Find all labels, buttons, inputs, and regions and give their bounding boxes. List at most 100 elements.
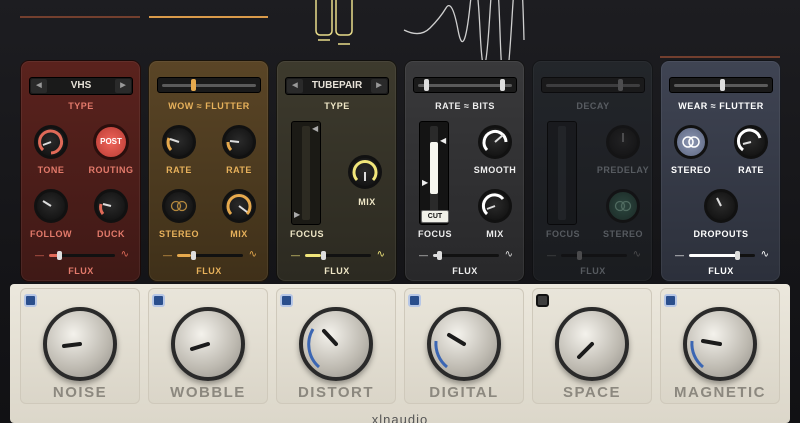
flux-handle[interactable] bbox=[577, 251, 582, 260]
wobble-macro-knob[interactable] bbox=[171, 307, 245, 381]
wobble-macro-label: WOBBLE bbox=[170, 384, 246, 401]
wave-icon: ∿ bbox=[632, 249, 641, 260]
stereo-toggle[interactable] bbox=[162, 189, 196, 223]
prev-arrow-icon[interactable]: ◀ bbox=[31, 79, 47, 93]
macro-magnetic: MAGNETIC bbox=[660, 288, 780, 404]
digital-enable-toggle[interactable] bbox=[408, 294, 421, 307]
distort-type-value: TUBEPAIR bbox=[311, 80, 363, 91]
slider-handle[interactable] bbox=[191, 79, 196, 91]
stereo-label: STEREO bbox=[158, 229, 199, 239]
space-focus-slider[interactable] bbox=[547, 121, 577, 225]
flutter-rate-label: RATE bbox=[226, 165, 252, 175]
wow-rate-knob[interactable] bbox=[162, 125, 196, 159]
noise-type-label: TYPE bbox=[68, 101, 94, 111]
slider-handle[interactable] bbox=[720, 79, 725, 91]
follow-knob[interactable] bbox=[34, 189, 68, 223]
waveform-icon bbox=[403, 0, 525, 60]
cut-button[interactable]: CUT bbox=[421, 210, 449, 223]
flutter-rate-knob[interactable] bbox=[222, 125, 256, 159]
magnetic-stereo-toggle[interactable] bbox=[674, 125, 708, 159]
predelay-knob[interactable] bbox=[606, 125, 640, 159]
magnetic-rate-knob[interactable] bbox=[734, 125, 768, 159]
digital-module: RATE ≈ BITS ◀ ▶ CUT FOCUS SMOOTH MIX — ∿… bbox=[404, 60, 525, 282]
routing-button[interactable]: POST bbox=[93, 124, 129, 160]
wobble-mix-knob[interactable] bbox=[222, 189, 256, 223]
distort-type-selector[interactable]: ◀ TUBEPAIR ▶ bbox=[285, 77, 389, 95]
space-flux-slider[interactable]: — ∿ bbox=[547, 250, 641, 260]
wow-rate-label: RATE bbox=[166, 165, 192, 175]
space-macro-knob[interactable] bbox=[555, 307, 629, 381]
slider-handle[interactable] bbox=[500, 79, 505, 91]
lower-handle-icon[interactable]: ▶ bbox=[294, 210, 300, 219]
distort-flux-slider[interactable]: — ∿ bbox=[291, 250, 385, 260]
wave-icon: ∿ bbox=[504, 249, 513, 260]
minus-icon: — bbox=[419, 250, 428, 260]
space-module: DECAY FOCUS PREDELAY STEREO — ∿ FLUX bbox=[532, 60, 653, 282]
magnetic-macro-label: MAGNETIC bbox=[674, 384, 766, 401]
digital-flux-slider[interactable]: — ∿ bbox=[419, 250, 513, 260]
magnetic-enable-toggle[interactable] bbox=[664, 294, 677, 307]
prev-arrow-icon[interactable]: ◀ bbox=[287, 79, 303, 93]
space-focus-label: FOCUS bbox=[546, 229, 580, 239]
flux-handle[interactable] bbox=[321, 251, 326, 260]
slider-handle[interactable] bbox=[618, 79, 623, 91]
upper-handle-icon[interactable]: ◀ bbox=[440, 136, 446, 145]
tone-knob[interactable] bbox=[34, 125, 68, 159]
noise-type-selector[interactable]: ◀ VHS ▶ bbox=[29, 77, 133, 95]
digital-flux-label: FLUX bbox=[452, 266, 478, 276]
space-flux-label: FLUX bbox=[580, 266, 606, 276]
noise-flux-label: FLUX bbox=[68, 266, 94, 276]
smooth-knob[interactable] bbox=[478, 125, 512, 159]
noise-flux-slider[interactable]: — ∿ bbox=[35, 250, 129, 260]
macro-digital: DIGITAL bbox=[404, 288, 524, 404]
minus-icon: — bbox=[35, 250, 44, 260]
magnetic-module: WEAR ≈ FLUTTER STEREO RATE DROPOUTS — ∿ … bbox=[660, 60, 781, 282]
duck-label: DUCK bbox=[97, 229, 125, 239]
upper-handle-icon[interactable]: ◀ bbox=[312, 124, 318, 133]
space-stereo-toggle[interactable] bbox=[606, 189, 640, 223]
distort-mix-knob[interactable] bbox=[348, 155, 382, 189]
dropouts-label: DROPOUTS bbox=[693, 229, 749, 239]
duck-knob[interactable] bbox=[94, 189, 128, 223]
dropouts-knob[interactable] bbox=[704, 189, 738, 223]
space-enable-toggle[interactable] bbox=[536, 294, 549, 307]
next-arrow-icon[interactable]: ▶ bbox=[371, 79, 387, 93]
header-graphics bbox=[20, 0, 780, 60]
lower-handle-icon[interactable]: ▶ bbox=[422, 178, 428, 187]
magnetic-flux-slider[interactable]: — ∿ bbox=[675, 250, 769, 260]
distort-mix-label: MIX bbox=[358, 197, 376, 207]
distort-focus-label: FOCUS bbox=[290, 229, 324, 239]
decay-slider[interactable] bbox=[541, 77, 645, 93]
digital-macro-knob[interactable] bbox=[427, 307, 501, 381]
digital-mix-knob[interactable] bbox=[478, 189, 512, 223]
noise-macro-knob[interactable] bbox=[43, 307, 117, 381]
wow-flutter-slider[interactable] bbox=[157, 77, 261, 93]
macro-wobble: WOBBLE bbox=[148, 288, 268, 404]
distort-type-label: TYPE bbox=[324, 101, 350, 111]
space-stereo-label: STEREO bbox=[602, 229, 643, 239]
distort-enable-toggle[interactable] bbox=[280, 294, 293, 307]
wobble-enable-toggle[interactable] bbox=[152, 294, 165, 307]
distort-macro-knob[interactable] bbox=[299, 307, 373, 381]
wear-flutter-slider[interactable] bbox=[669, 77, 773, 93]
flux-handle[interactable] bbox=[191, 251, 196, 260]
wobble-mix-label: MIX bbox=[230, 229, 248, 239]
minus-icon: — bbox=[675, 250, 684, 260]
macro-noise: NOISE bbox=[20, 288, 140, 404]
wow-flutter-label: WOW ≈ FLUTTER bbox=[168, 101, 250, 111]
wobble-flux-slider[interactable]: — ∿ bbox=[163, 250, 257, 260]
minus-icon: — bbox=[291, 250, 300, 260]
focus-range-slider[interactable]: ◀ ▶ bbox=[291, 121, 321, 225]
flux-handle[interactable] bbox=[437, 251, 442, 260]
slider-handle[interactable] bbox=[424, 79, 429, 91]
flux-handle[interactable] bbox=[57, 251, 62, 260]
macro-space: SPACE bbox=[532, 288, 652, 404]
distort-flux-label: FLUX bbox=[324, 266, 350, 276]
digital-macro-label: DIGITAL bbox=[429, 384, 499, 401]
magnetic-macro-knob[interactable] bbox=[683, 307, 757, 381]
next-arrow-icon[interactable]: ▶ bbox=[115, 79, 131, 93]
flux-handle[interactable] bbox=[735, 251, 740, 260]
noise-enable-toggle[interactable] bbox=[24, 294, 37, 307]
tone-label: TONE bbox=[37, 165, 65, 175]
rate-bits-slider[interactable] bbox=[413, 77, 517, 93]
